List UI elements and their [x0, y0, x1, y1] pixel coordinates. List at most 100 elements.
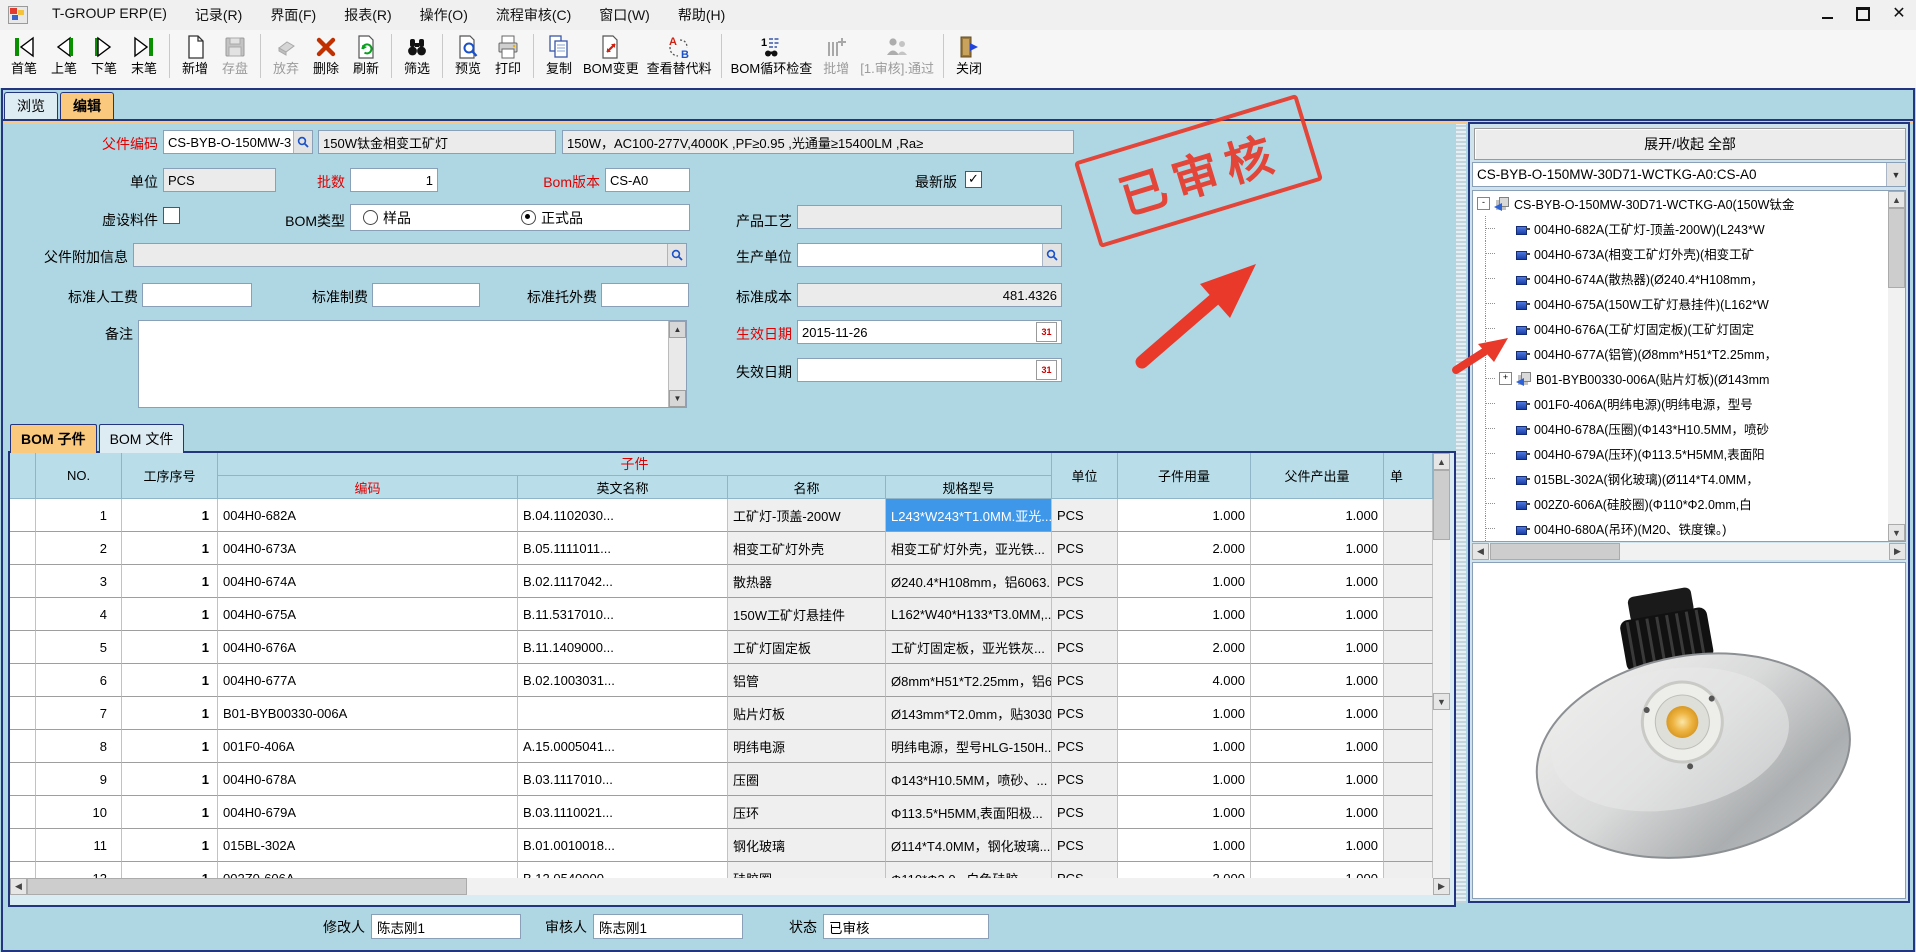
row-output-cell[interactable]: 1.000 — [1251, 697, 1384, 730]
row-unit-cell[interactable]: PCS — [1052, 763, 1118, 796]
menu-item[interactable]: 报表(R) — [330, 1, 405, 29]
row-seq-cell[interactable]: 1 — [122, 565, 218, 598]
row-seq-cell[interactable]: 1 — [122, 598, 218, 631]
menu-item[interactable]: 界面(F) — [256, 1, 330, 29]
row-name-cell[interactable]: 硅胶圈 — [728, 862, 886, 878]
toolbar-substitute-button[interactable]: AB查看替代料 — [643, 30, 716, 82]
row-extra-cell[interactable] — [1384, 499, 1433, 532]
row-extra-cell[interactable] — [1384, 730, 1433, 763]
toolbar-audit-pass-button[interactable]: [1.审核].通过 — [856, 30, 938, 82]
row-unit-cell[interactable]: PCS — [1052, 862, 1118, 878]
table-row[interactable]: 4 1 004H0-675A B.11.5317010... 150W工矿灯悬挂… — [10, 598, 1433, 631]
remark-textarea[interactable] — [139, 321, 668, 408]
tree-item[interactable]: 004H0-675A(150W工矿灯悬挂件)(L162*W — [1473, 291, 1905, 316]
toolbar-filter-button[interactable]: 筛选 — [397, 30, 437, 82]
row-spec-cell[interactable]: 明纬电源，型号HLG-150H... — [886, 730, 1052, 763]
row-output-cell[interactable]: 1.000 — [1251, 763, 1384, 796]
table-row[interactable]: 8 1 001F0-406A A.15.0005041... 明纬电源 明纬电源… — [10, 730, 1433, 763]
row-output-cell[interactable]: 1.000 — [1251, 829, 1384, 862]
row-spec-cell[interactable]: 相变工矿灯外壳，亚光铁... — [886, 532, 1052, 565]
row-selector-cell[interactable] — [10, 796, 36, 829]
table-vscrollbar[interactable]: ▲ ▼ — [1433, 453, 1450, 878]
row-selector-cell[interactable] — [10, 664, 36, 697]
toolbar-print-button[interactable]: 打印 — [488, 30, 528, 82]
table-row[interactable]: 5 1 004H0-676A B.11.1409000... 工矿灯固定板 工矿… — [10, 631, 1433, 664]
row-unit-cell[interactable]: PCS — [1052, 598, 1118, 631]
batch-field[interactable]: 1 — [350, 168, 438, 192]
table-row[interactable]: 10 1 004H0-679A B.03.1110021... 压环 Φ113.… — [10, 796, 1433, 829]
row-selector-cell[interactable] — [10, 598, 36, 631]
toolbar-new-button[interactable]: 新增 — [175, 30, 215, 82]
row-name-cell[interactable]: 压环 — [728, 796, 886, 829]
row-code-cell[interactable]: 004H0-674A — [218, 565, 518, 598]
row-code-cell[interactable]: 002Z0-606A — [218, 862, 518, 878]
radio-sample[interactable]: 样品 — [363, 208, 411, 228]
tab-edit[interactable]: 编辑 — [60, 92, 114, 119]
row-name-cell[interactable]: 贴片灯板 — [728, 697, 886, 730]
row-code-cell[interactable]: 004H0-678A — [218, 763, 518, 796]
row-spec-cell[interactable]: Φ113.5*H5MM,表面阳极... — [886, 796, 1052, 829]
row-qty-cell[interactable]: 1.000 — [1118, 730, 1251, 763]
row-extra-cell[interactable] — [1384, 664, 1433, 697]
remark-field[interactable]: ▲▼ — [138, 320, 687, 408]
toolbar-last-button[interactable]: 末笔 — [124, 30, 164, 82]
row-unit-cell[interactable]: PCS — [1052, 499, 1118, 532]
row-qty-cell[interactable]: 1.000 — [1118, 565, 1251, 598]
scroll-left-icon[interactable]: ◀ — [10, 878, 27, 895]
row-code-cell[interactable]: 004H0-673A — [218, 532, 518, 565]
table-row[interactable]: 7 1 B01-BYB00330-006A 贴片灯板 Ø143mm*T2.0mm… — [10, 697, 1433, 730]
row-extra-cell[interactable] — [1384, 829, 1433, 862]
prod-unit-field[interactable] — [797, 243, 1062, 267]
chevron-down-icon[interactable]: ▼ — [1886, 163, 1905, 186]
row-selector-cell[interactable] — [10, 763, 36, 796]
row-code-cell[interactable]: 015BL-302A — [218, 829, 518, 862]
row-unit-cell[interactable]: PCS — [1052, 532, 1118, 565]
scroll-up-icon[interactable]: ▲ — [669, 321, 686, 338]
row-en-cell[interactable]: B.11.5317010... — [518, 598, 728, 631]
scroll-left-icon[interactable]: ◀ — [1472, 543, 1489, 560]
row-selector-cell[interactable] — [10, 532, 36, 565]
scroll-up-icon[interactable]: ▲ — [1433, 453, 1450, 470]
row-code-cell[interactable]: 001F0-406A — [218, 730, 518, 763]
row-name-cell[interactable]: 散热器 — [728, 565, 886, 598]
row-en-cell[interactable]: B.05.1111011... — [518, 532, 728, 565]
row-en-cell[interactable]: B.01.0010018... — [518, 829, 728, 862]
tree-item[interactable]: 001F0-406A(明纬电源)(明纬电源，型号 — [1473, 391, 1905, 416]
row-output-cell[interactable]: 1.000 — [1251, 499, 1384, 532]
row-spec-cell[interactable]: L162*W40*H133*T3.0MM,... — [886, 598, 1052, 631]
row-extra-cell[interactable] — [1384, 763, 1433, 796]
tab-browse[interactable]: 浏览 — [4, 92, 58, 119]
row-qty-cell[interactable]: 1.000 — [1118, 697, 1251, 730]
tree-item[interactable]: 004H0-674A(散热器)(Ø240.4*H108mm， — [1473, 266, 1905, 291]
row-output-cell[interactable]: 1.000 — [1251, 796, 1384, 829]
row-spec-cell[interactable]: Ø143mm*T2.0mm，贴3030... — [886, 697, 1052, 730]
toolbar-first-button[interactable]: 首笔 — [4, 30, 44, 82]
table-row[interactable]: 2 1 004H0-673A B.05.1111011... 相变工矿灯外壳 相… — [10, 532, 1433, 565]
row-code-cell[interactable]: 004H0-682A — [218, 499, 518, 532]
row-extra-cell[interactable] — [1384, 598, 1433, 631]
toolbar-prev-button[interactable]: 上笔 — [44, 30, 84, 82]
menu-item[interactable]: 记录(R) — [181, 1, 256, 29]
row-spec-cell[interactable]: Φ143*H10.5MM，喷砂、... — [886, 763, 1052, 796]
row-name-cell[interactable]: 钢化玻璃 — [728, 829, 886, 862]
row-spec-cell[interactable]: Ø8mm*H51*T2.25mm，铝6... — [886, 664, 1052, 697]
row-qty-cell[interactable]: 1.000 — [1118, 598, 1251, 631]
scroll-down-icon[interactable]: ▼ — [1433, 693, 1450, 710]
expand-collapse-all-button[interactable]: 展开/收起 全部 — [1474, 128, 1906, 160]
row-unit-cell[interactable]: PCS — [1052, 664, 1118, 697]
parent-extra-lookup-button[interactable] — [667, 244, 686, 266]
toolbar-next-button[interactable]: 下笔 — [84, 30, 124, 82]
row-extra-cell[interactable] — [1384, 697, 1433, 730]
vscroll-thumb[interactable] — [1888, 208, 1905, 288]
row-selector-cell[interactable] — [10, 631, 36, 664]
row-qty-cell[interactable]: 1.000 — [1118, 499, 1251, 532]
table-row[interactable]: 6 1 004H0-677A B.02.1003031... 铝管 Ø8mm*H… — [10, 664, 1433, 697]
tree-item[interactable]: 004H0-679A(压环)(Φ113.5*H5MM,表面阳 — [1473, 441, 1905, 466]
scroll-down-icon[interactable]: ▼ — [1888, 524, 1905, 541]
toolbar-bom-loop-check-button[interactable]: 1BOM循环检查 — [727, 30, 817, 82]
row-qty-cell[interactable]: 1.000 — [1118, 829, 1251, 862]
menu-item[interactable]: 窗口(W) — [585, 1, 664, 29]
row-unit-cell[interactable]: PCS — [1052, 730, 1118, 763]
row-unit-cell[interactable]: PCS — [1052, 631, 1118, 664]
std-mfg-field[interactable] — [372, 283, 480, 307]
